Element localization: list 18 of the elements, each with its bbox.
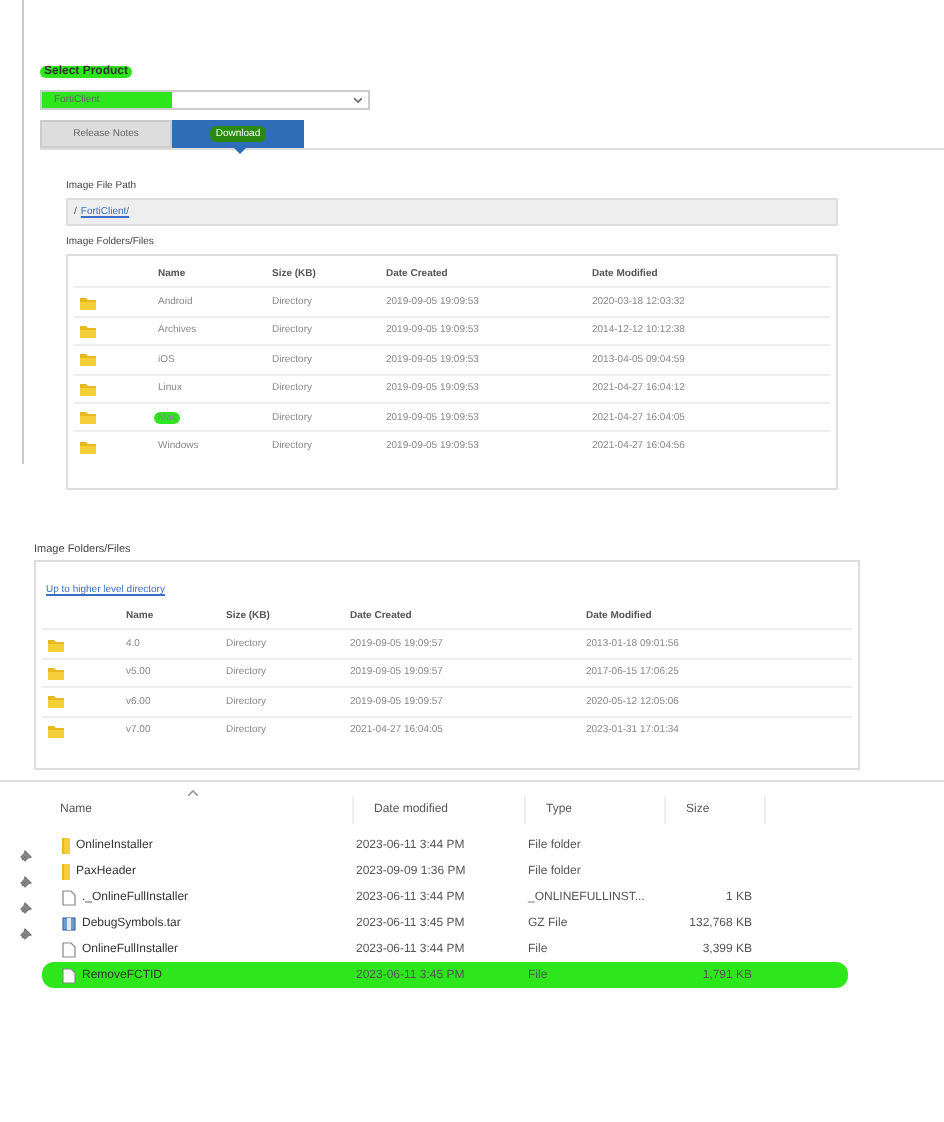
folder-icon <box>80 295 96 310</box>
sort-caret-icon <box>188 790 198 796</box>
folder-icon <box>80 439 96 454</box>
folder-icon <box>80 381 96 396</box>
pin-icon <box>20 900 34 914</box>
folder-icon <box>80 323 96 338</box>
folder-icon <box>48 665 64 680</box>
file-icon <box>62 889 76 905</box>
pin-icon <box>20 874 34 888</box>
folder-icon <box>48 723 64 738</box>
pin-icon <box>20 926 34 940</box>
folder-icon <box>48 694 64 709</box>
pin-icon <box>20 848 34 862</box>
archive-icon <box>62 915 76 931</box>
folder-icon <box>80 352 96 367</box>
chevron-down-icon <box>354 97 362 103</box>
folder-icon <box>48 637 64 652</box>
folder-icon <box>80 410 96 425</box>
